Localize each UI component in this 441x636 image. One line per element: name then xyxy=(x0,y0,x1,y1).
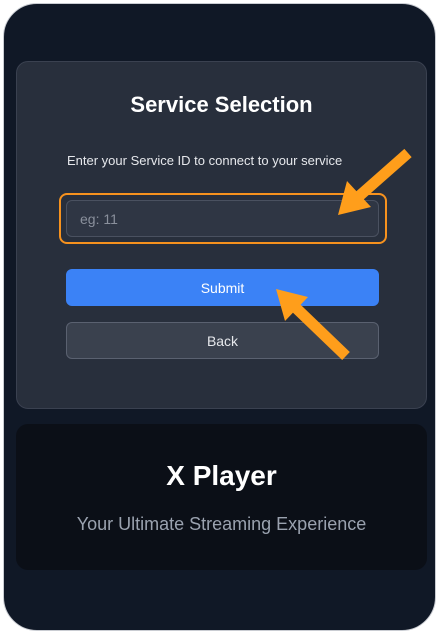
branding-panel: X Player Your Ultimate Streaming Experie… xyxy=(16,424,427,570)
page-title: Service Selection xyxy=(130,92,313,117)
service-id-input[interactable] xyxy=(66,200,379,237)
app-tagline: Your Ultimate Streaming Experience xyxy=(76,514,367,534)
submit-button[interactable]: Submit xyxy=(66,269,379,306)
app-name: X Player xyxy=(166,460,277,491)
app-screen: Service Selection Enter your Service ID … xyxy=(3,3,436,631)
back-button[interactable]: Back xyxy=(66,322,379,359)
service-id-instructions: Enter your Service ID to connect to your… xyxy=(67,153,343,168)
service-selection-card: Service Selection Enter your Service ID … xyxy=(16,61,427,409)
